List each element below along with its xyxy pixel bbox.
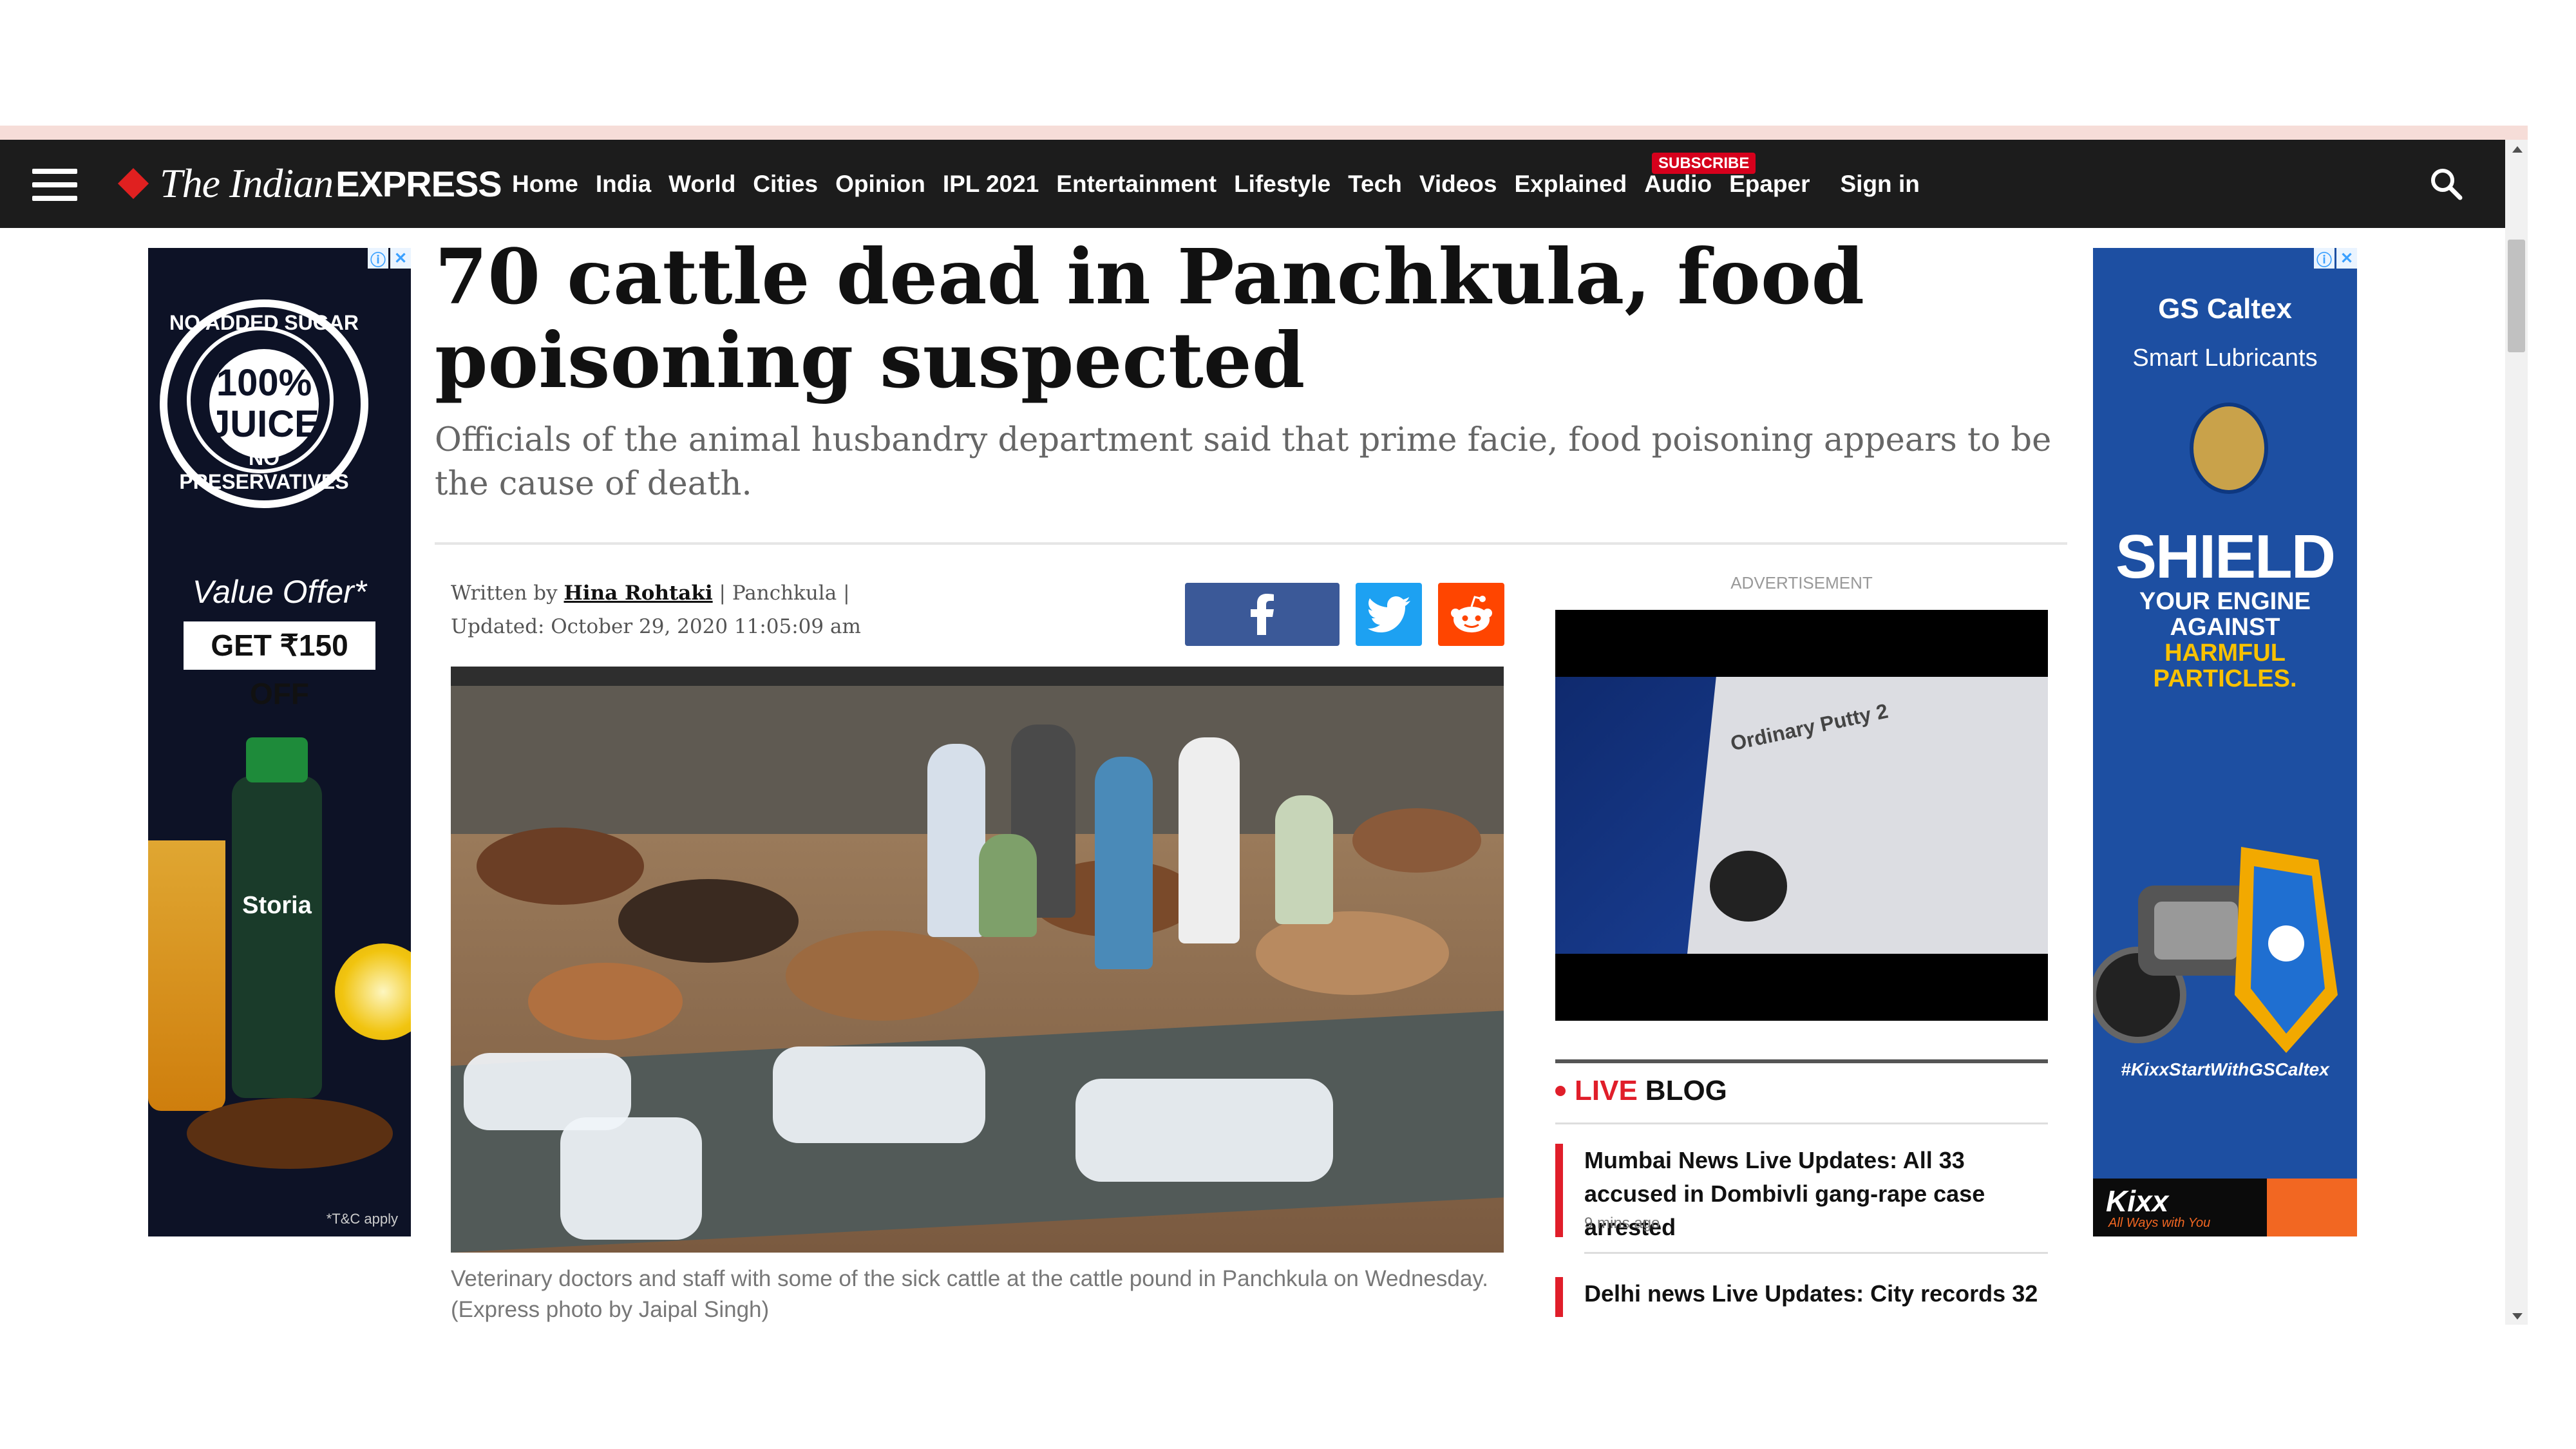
top-accent-strip	[0, 126, 2528, 140]
nav-item-videos[interactable]: Videos	[1419, 171, 1497, 198]
ad-close-icon[interactable]: ✕	[2336, 248, 2357, 269]
badge-bottom-text: NO PRESERVATIVES	[179, 446, 349, 493]
juice-glass-image	[148, 840, 225, 1111]
ad-tagline: YOUR ENGINE AGAINST HARMFUL PARTICLES.	[2093, 589, 2357, 692]
live-blog-divider	[1555, 1122, 2048, 1124]
article-byline: Written by Hina Rohtaki | Panchkula | Up…	[451, 576, 861, 643]
live-blog-widget: LIVE BLOG Mumbai News Live Updates: All …	[1555, 1059, 2048, 1327]
ad-line-2: AGAINST	[2170, 613, 2280, 641]
nav-item-sign-in[interactable]: Sign in	[1841, 171, 1920, 198]
left-banner-ad[interactable]: ⓘ ✕ NO ADDED SUGAR 100% JUICE NO PRESERV…	[148, 248, 411, 1236]
nav-item-cities[interactable]: Cities	[753, 171, 818, 198]
scroll-up-arrow-icon[interactable]	[2512, 146, 2523, 153]
ad-subtitle: Smart Lubricants	[2132, 345, 2318, 372]
site-logo[interactable]: The Indian EXPRESS	[117, 158, 502, 209]
byline-location: Panchkula	[732, 582, 837, 605]
headline-divider	[435, 542, 2067, 545]
logo-text-the-indian: The Indian	[160, 160, 334, 206]
live-item-marker	[1555, 1144, 1563, 1237]
article-subheadline: Officials of the animal husbandry depart…	[435, 421, 2052, 503]
logo-mark-icon	[117, 167, 149, 200]
juice-bottle-image: Storia	[232, 737, 322, 1098]
nav-item-home[interactable]: Home	[512, 171, 578, 198]
byline-separator: |	[843, 582, 850, 605]
nav-item-lifestyle[interactable]: Lifestyle	[1234, 171, 1331, 198]
nav-item-entertainment[interactable]: Entertainment	[1056, 171, 1217, 198]
nav-item-tech[interactable]: Tech	[1348, 171, 1402, 198]
ad-info-icon[interactable]: ⓘ	[368, 248, 388, 269]
updated-timestamp: Updated: October 29, 2020 11:05:09 am	[451, 615, 861, 638]
author-link[interactable]: Hina Rohtaki	[564, 582, 713, 605]
twitter-share-button[interactable]	[1356, 583, 1422, 646]
juice-badge: NO ADDED SUGAR 100% JUICE NO PRESERVATIV…	[160, 299, 368, 508]
wood-stand-image	[187, 1098, 393, 1169]
subscribe-badge[interactable]: SUBSCRIBE	[1652, 153, 1756, 174]
video-frame: Ordinary Putty 2	[1555, 677, 2048, 954]
hamburger-menu-icon[interactable]	[32, 169, 77, 201]
nav-item-epaper[interactable]: Epaper	[1729, 171, 1810, 198]
ad-choices[interactable]: ⓘ ✕	[366, 248, 411, 269]
lemon-image	[335, 943, 411, 1040]
gs-caltex-logo: GS Caltex	[2158, 293, 2292, 325]
article-lead-photo	[451, 667, 1504, 1253]
byline-separator: |	[719, 582, 732, 605]
logo-text-express: EXPRESS	[336, 163, 502, 204]
live-blog-separator	[1584, 1252, 2048, 1254]
value-offer-text: Value Offer*	[192, 574, 367, 610]
live-blog-item[interactable]: Delhi news Live Updates: City records 32…	[1555, 1277, 2048, 1317]
badge-center-text: 100% JUICE	[209, 349, 319, 459]
reddit-share-button[interactable]	[1438, 583, 1504, 646]
reddit-icon	[1450, 596, 1492, 632]
live-dot-icon	[1555, 1086, 1566, 1096]
nav-item-india[interactable]: India	[596, 171, 651, 198]
engine-emblem-icon	[2190, 402, 2268, 494]
article-headline: 70 cattle dead in Panchkula, food poison…	[435, 232, 1865, 405]
live-item-time: 9 mins ago	[1584, 1215, 1660, 1232]
facebook-share-button[interactable]	[1185, 583, 1340, 646]
nav-item-world[interactable]: World	[668, 171, 735, 198]
ad-line-4: PARTICLES.	[2153, 665, 2297, 692]
advertisement-label: ADVERTISEMENT	[1730, 573, 1873, 592]
ad-choices-right[interactable]: ⓘ ✕	[2312, 248, 2357, 269]
scroll-down-arrow-icon[interactable]	[2512, 1313, 2523, 1320]
kixx-footer: Kixx All Ways with You	[2093, 1179, 2357, 1236]
motorbike-image	[2093, 847, 2338, 1053]
live-blog-item[interactable]: Mumbai News Live Updates: All 33 accused…	[1555, 1144, 2048, 1240]
search-icon[interactable]	[2428, 166, 2464, 202]
kixx-logo: Kixx	[2106, 1184, 2169, 1218]
page-scrollbar[interactable]	[2505, 140, 2528, 1325]
nav-item-audio[interactable]: Audio	[1644, 171, 1712, 198]
blog-label: BLOG	[1645, 1075, 1727, 1106]
ad-hashtag: #KixxStartWithGSCaltex	[2121, 1059, 2329, 1079]
badge-top-text: NO ADDED SUGAR	[169, 311, 359, 334]
written-by-label: Written by	[451, 582, 558, 605]
live-item-marker	[1555, 1277, 1563, 1317]
photo-caption: Veterinary doctors and staff with some o…	[451, 1266, 1488, 1322]
nav-item-ipl-2021[interactable]: IPL 2021	[943, 171, 1039, 198]
nav-item-explained[interactable]: Explained	[1514, 171, 1627, 198]
offer-button[interactable]: GET ₹150 OFF	[184, 621, 375, 710]
live-label: LIVE	[1575, 1075, 1638, 1106]
microphone-image	[1710, 851, 1787, 922]
ad-line-1: YOUR ENGINE	[2139, 588, 2311, 615]
product-name: Storia	[242, 892, 312, 919]
ad-headline: SHIELD	[2115, 522, 2336, 591]
terms-text: *T&C apply	[326, 1211, 398, 1227]
kixx-tagline: All Ways with You	[2108, 1216, 2211, 1230]
video-ad-player[interactable]: Ordinary Putty 2	[1555, 610, 2048, 1021]
ad-line-3: HARMFUL	[2164, 639, 2286, 667]
right-banner-ad[interactable]: ⓘ ✕ GS Caltex Smart Lubricants SHIELD YO…	[2093, 248, 2357, 1236]
ad-info-icon[interactable]: ⓘ	[2314, 248, 2334, 269]
live-blog-heading: LIVE BLOG	[1555, 1075, 1727, 1107]
ad-close-icon[interactable]: ✕	[390, 248, 411, 269]
twitter-icon	[1367, 596, 1410, 632]
live-item-title[interactable]: Delhi news Live Updates: City records 32…	[1584, 1277, 2045, 1317]
nav-item-opinion[interactable]: Opinion	[835, 171, 925, 198]
scrollbar-thumb[interactable]	[2508, 240, 2525, 352]
facebook-icon	[1251, 594, 1274, 635]
main-navbar: The Indian EXPRESS Home India World Citi…	[0, 140, 2505, 228]
